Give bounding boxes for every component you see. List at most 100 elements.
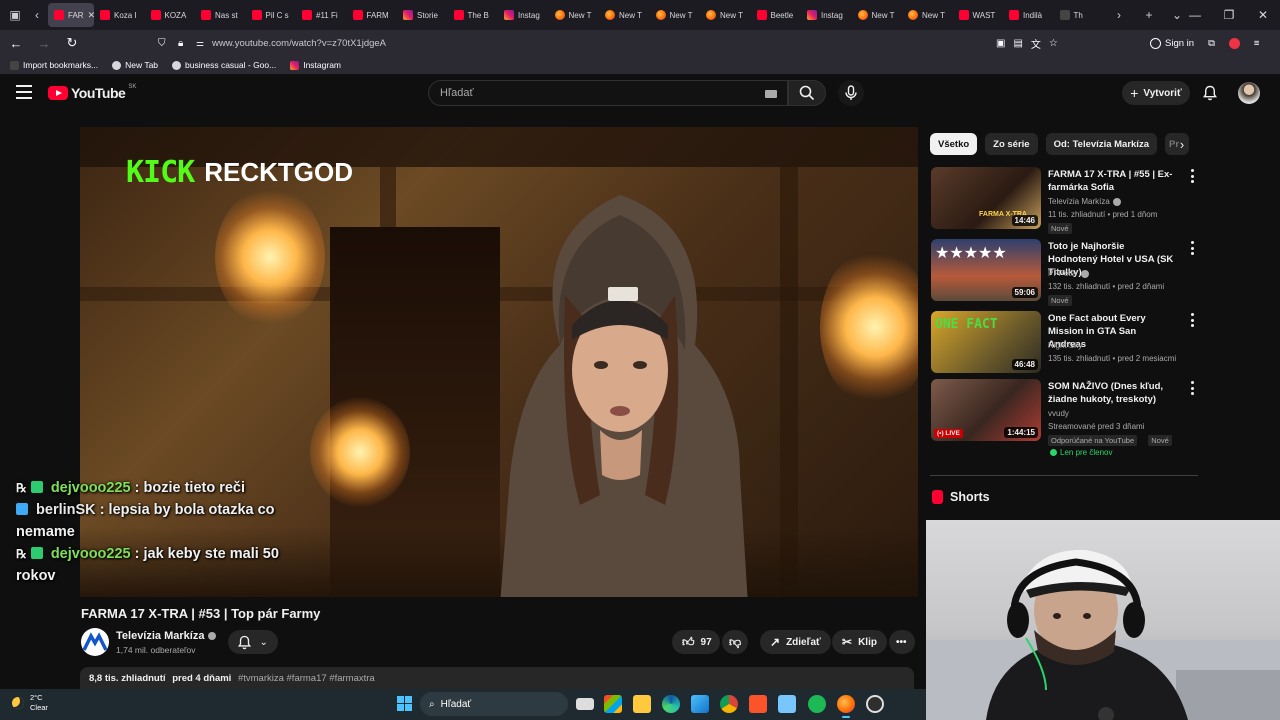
file-explorer-icon[interactable] xyxy=(633,695,651,713)
tab-overview-icon[interactable]: ▣ xyxy=(4,4,26,26)
back-arrow-icon[interactable]: ← xyxy=(4,32,28,54)
bookmark-item[interactable]: Import bookmarks... xyxy=(10,60,98,70)
browser-tab[interactable]: Instag xyxy=(498,3,549,27)
browser-tab[interactable]: New T xyxy=(700,3,751,27)
browser-tab[interactable]: Nas st xyxy=(195,3,246,27)
browser-tab[interactable]: KOZA xyxy=(145,3,196,27)
voice-search-button[interactable] xyxy=(838,80,864,106)
bookmark-item[interactable]: New Tab xyxy=(112,60,158,70)
recommendation-item[interactable]: ONE FACT 46:48 One Fact about Every Missio… xyxy=(930,311,1200,377)
recommendation-channel[interactable]: Televízia Markíza xyxy=(1048,197,1121,206)
filter-chip[interactable]: Zo série xyxy=(985,133,1038,155)
obs-icon[interactable] xyxy=(866,695,884,713)
windows-start-icon[interactable] xyxy=(397,696,412,711)
keyboard-icon[interactable] xyxy=(765,90,777,98)
recommendation-item[interactable]: FARMA X-TRA 14:46 FARMA 17 X-TRA | #55 | E… xyxy=(930,167,1200,234)
notifications-button[interactable] xyxy=(1200,83,1220,103)
browser-tab[interactable]: New T xyxy=(549,3,600,27)
youtube-logo[interactable]: YouTube SK xyxy=(48,84,136,101)
bookmark-item[interactable]: business casual - Goo... xyxy=(172,60,276,70)
more-actions-button[interactable]: ••• xyxy=(889,630,915,654)
edge-icon[interactable] xyxy=(662,695,680,713)
extensions-icon[interactable]: ⧉ xyxy=(1208,38,1215,49)
new-tab-plus-icon[interactable]: + xyxy=(1138,4,1160,26)
browser-tab[interactable]: Instag xyxy=(801,3,852,27)
hashtags[interactable]: #tvmarkiza #farma17 #farmaxtra xyxy=(238,673,375,684)
browser-tab[interactable]: New T xyxy=(852,3,903,27)
lock-icon[interactable]: 🔒︎ xyxy=(178,38,183,49)
chips-next-arrow-icon[interactable]: › xyxy=(1170,133,1194,155)
browser-tab[interactable]: WAST xyxy=(953,3,1004,27)
browser-tab[interactable]: Th xyxy=(1054,3,1105,27)
video-thumbnail[interactable]: ONE FACT 46:48 xyxy=(931,311,1041,373)
clip-button[interactable]: ✂ Klip xyxy=(832,630,887,654)
browser-tab[interactable]: Storie xyxy=(397,3,448,27)
firefox-account-icon[interactable] xyxy=(1228,37,1240,49)
chrome-icon[interactable] xyxy=(720,695,738,713)
channel-avatar[interactable] xyxy=(81,628,109,656)
browser-tab[interactable]: New T xyxy=(599,3,650,27)
filter-chip[interactable]: Od: Televízia Markíza xyxy=(1045,133,1157,155)
guide-menu-icon[interactable] xyxy=(16,85,32,99)
browser-tab[interactable]: New T xyxy=(650,3,701,27)
reload-icon[interactable]: ↻ xyxy=(60,32,84,54)
description-box[interactable]: 8,8 tis. zhliadnutí pred 4 dňami #tvmark… xyxy=(80,667,914,689)
browser-tab[interactable]: New T xyxy=(902,3,953,27)
recommendation-channel[interactable]: vvudy xyxy=(1048,409,1069,418)
recommendation-channel[interactable]: PPPeter xyxy=(1048,269,1089,278)
browser-tab[interactable]: FARM xyxy=(347,3,398,27)
close-window-icon[interactable]: ✕ xyxy=(1246,8,1280,22)
channel-name[interactable]: Televízia Markíza xyxy=(116,630,217,642)
screenshot-icon[interactable]: ▣ xyxy=(996,38,1005,49)
share-button[interactable]: ↗ Zdieľať xyxy=(760,630,831,654)
tab-scroll-right-icon[interactable]: › xyxy=(1108,4,1130,26)
spotify-icon[interactable] xyxy=(808,695,826,713)
browser-tab[interactable]: #11 Fi xyxy=(296,3,347,27)
menu-icon[interactable]: ≡ xyxy=(1254,38,1260,49)
browser-tab[interactable]: Koza I xyxy=(94,3,145,27)
dislike-button[interactable]: 👎︎ xyxy=(722,630,748,654)
bookmark-item[interactable]: Instagram xyxy=(290,60,341,70)
weather-widget[interactable]: 2°C Clear xyxy=(12,693,48,713)
task-view-icon[interactable] xyxy=(576,698,594,710)
like-button[interactable]: 👍︎ 97 xyxy=(672,630,720,654)
notepad-icon[interactable] xyxy=(778,695,796,713)
video-thumbnail[interactable]: 1:44:15 (•) LIVE xyxy=(931,379,1041,441)
site-permissions-icon[interactable]: ⚌ xyxy=(196,38,204,49)
more-vertical-icon[interactable] xyxy=(1187,313,1197,327)
create-button[interactable]: + Vytvoriť xyxy=(1122,81,1190,105)
restore-icon[interactable]: ❐ xyxy=(1212,8,1246,22)
forward-arrow-icon[interactable]: → xyxy=(32,32,56,54)
browser-tab[interactable]: Pil C s xyxy=(246,3,297,27)
search-input[interactable] xyxy=(440,87,740,99)
subscription-notifications-button[interactable]: ⌄ xyxy=(228,630,278,654)
brave-icon[interactable] xyxy=(749,695,767,713)
browser-tab[interactable]: Beetle xyxy=(751,3,802,27)
user-avatar[interactable] xyxy=(1238,82,1260,104)
address-bar[interactable]: ⛉ 🔒︎ ⚌ www.youtube.com/watch?v=z70tX1jdg… xyxy=(150,32,1072,54)
translate-icon[interactable]: 文 xyxy=(1031,36,1041,51)
search-button[interactable] xyxy=(788,80,826,106)
more-vertical-icon[interactable] xyxy=(1187,169,1197,183)
recommendation-item[interactable]: 1:44:15 (•) LIVE SOM NAŽIVO (Dnes kľud, ži… xyxy=(930,379,1200,457)
browser-tab[interactable]: The B xyxy=(448,3,499,27)
reader-view-icon[interactable]: ▤ xyxy=(1013,38,1022,49)
more-vertical-icon[interactable] xyxy=(1187,241,1197,255)
minimize-icon[interactable]: — xyxy=(1178,8,1212,22)
tab-active[interactable]: FAR ✕ xyxy=(48,3,94,27)
recommendation-item[interactable]: ★★★★★ 59:06 Toto je Najhoršie Hodnotený Ho… xyxy=(930,239,1200,306)
video-thumbnail[interactable]: ★★★★★ 59:06 xyxy=(931,239,1041,301)
recommendation-channel[interactable]: Night Sky xyxy=(1048,341,1082,350)
filter-chip[interactable]: Všetko xyxy=(930,133,978,155)
more-vertical-icon[interactable] xyxy=(1187,381,1197,395)
video-thumbnail[interactable]: FARMA X-TRA 14:46 xyxy=(931,167,1041,229)
tracking-shield-icon[interactable]: ⛉ xyxy=(158,38,166,49)
taskbar-search[interactable]: ⌕ Hľadať xyxy=(420,692,568,716)
browser-tab[interactable]: Indilà xyxy=(1003,3,1054,27)
microsoft-store-icon[interactable] xyxy=(604,695,622,713)
sign-in-button[interactable]: Sign in xyxy=(1150,37,1194,49)
tab-scroll-left-icon[interactable]: ‹ xyxy=(26,4,48,26)
firefox-icon[interactable] xyxy=(837,695,855,718)
bookmark-star-icon[interactable]: ☆ xyxy=(1049,38,1058,49)
photos-icon[interactable] xyxy=(691,695,709,713)
